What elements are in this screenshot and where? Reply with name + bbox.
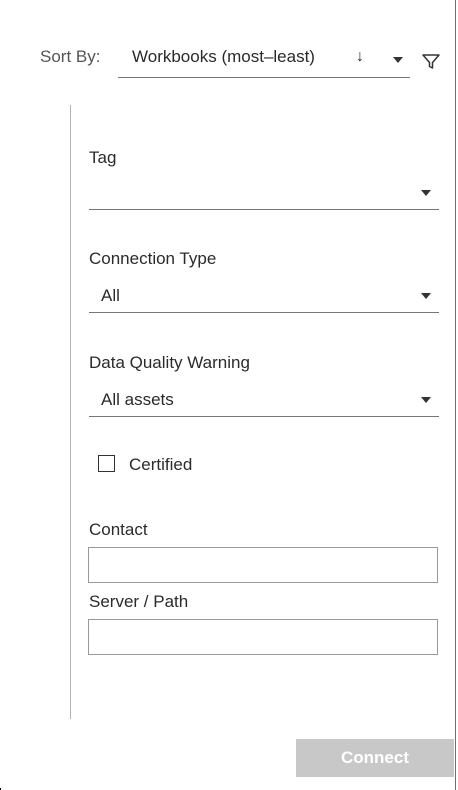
sort-by-label: Sort By: bbox=[40, 47, 101, 66]
connection-type-value: All bbox=[101, 286, 120, 305]
connection-type-label: Connection Type bbox=[89, 249, 217, 268]
certified-checkbox[interactable] bbox=[98, 455, 115, 472]
tag-label: Tag bbox=[89, 148, 117, 167]
contact-input[interactable] bbox=[88, 547, 438, 583]
arrow-down-icon: ↓ bbox=[356, 48, 364, 65]
sort-by-dropdown[interactable]: Workbooks (most–least) ↓ bbox=[118, 37, 410, 78]
chevron-down-icon bbox=[421, 190, 431, 196]
frame-right-border bbox=[455, 0, 456, 790]
contact-label: Contact bbox=[89, 520, 148, 539]
connection-type-dropdown[interactable]: All bbox=[89, 276, 439, 313]
connect-button[interactable]: Connect bbox=[296, 739, 454, 777]
filter-panel: Tag Connection Type All Data Quality War… bbox=[70, 105, 442, 719]
chevron-down-icon bbox=[421, 293, 431, 299]
data-quality-warning-value: All assets bbox=[101, 390, 174, 409]
data-quality-warning-dropdown[interactable]: All assets bbox=[89, 380, 439, 417]
data-quality-warning-label: Data Quality Warning bbox=[89, 353, 250, 372]
certified-label: Certified bbox=[129, 455, 193, 474]
server-path-label: Server / Path bbox=[89, 592, 189, 611]
sort-by-value: Workbooks (most–least) bbox=[132, 47, 315, 66]
panel-divider bbox=[70, 105, 71, 719]
tag-dropdown[interactable] bbox=[89, 173, 439, 210]
server-path-input[interactable] bbox=[88, 619, 438, 655]
chevron-down-icon bbox=[421, 397, 431, 403]
filter-funnel-icon[interactable] bbox=[421, 51, 441, 71]
chevron-down-icon bbox=[393, 57, 403, 63]
